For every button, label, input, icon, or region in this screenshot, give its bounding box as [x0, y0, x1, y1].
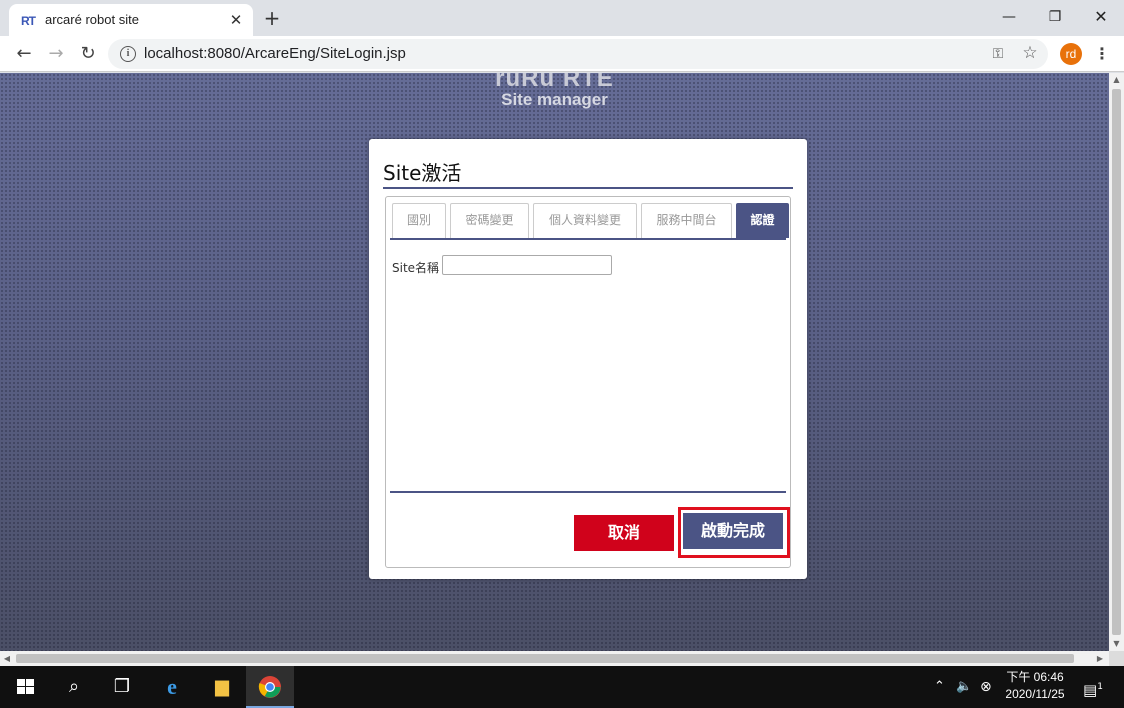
- back-arrow-icon[interactable]: ←: [12, 42, 36, 66]
- dialog-title: Site激活: [383, 161, 462, 185]
- profile-avatar[interactable]: rd: [1060, 43, 1082, 65]
- start-icon: [17, 679, 34, 695]
- notification-count: 1: [1097, 682, 1103, 692]
- speaker-muted-icon[interactable]: 🔈: [956, 678, 972, 696]
- tab-password-change[interactable]: 密碼變更: [450, 203, 529, 238]
- url-text[interactable]: localhost:8080/ArcareEng/SiteLogin.jsp: [144, 45, 406, 62]
- window-close-button[interactable]: ✕: [1078, 4, 1124, 30]
- chrome-icon: [258, 676, 281, 698]
- reload-icon[interactable]: ↻: [76, 42, 100, 66]
- clock-date: 2020/11/25: [1005, 687, 1065, 701]
- page-viewport: ruRu RTE Site manager Site激活 國別 密碼變更 個人資…: [0, 73, 1109, 651]
- footer-divider: [390, 491, 786, 493]
- task-view-icon[interactable]: ❐: [98, 666, 146, 708]
- browser-toolbar: ← → ↻ i localhost:8080/ArcareEng/SiteLog…: [0, 36, 1124, 72]
- tab-close-icon[interactable]: ✕: [227, 10, 245, 30]
- scroll-up-icon[interactable]: ▲: [1109, 73, 1124, 87]
- start-button[interactable]: [0, 666, 48, 708]
- tray-chevron-icon[interactable]: ⌃: [934, 678, 945, 696]
- site-activation-dialog: Site激活 國別 密碼變更 個人資料變更 服務中間台 認證 Site名稱 取消…: [369, 139, 807, 579]
- title-divider: [383, 187, 793, 189]
- activation-complete-button[interactable]: 啟動完成: [683, 513, 783, 549]
- cancel-button[interactable]: 取消: [574, 515, 674, 551]
- brand-subtitle: Site manager: [501, 90, 608, 109]
- site-favicon-icon: RT: [21, 14, 36, 28]
- scroll-right-icon[interactable]: ▶: [1093, 651, 1107, 666]
- tab-divider: [390, 238, 786, 240]
- site-name-label: Site名稱: [392, 261, 440, 275]
- tab-authentication[interactable]: 認證: [736, 203, 789, 238]
- clock-time: 下午 06:46: [1006, 670, 1064, 684]
- vertical-scrollbar[interactable]: ▲ ▼: [1109, 73, 1124, 651]
- taskbar-clock[interactable]: 下午 06:46 2020/11/25: [1000, 669, 1070, 703]
- horizontal-scroll-thumb[interactable]: [16, 654, 1074, 663]
- search-icon[interactable]: ⌕: [50, 666, 98, 708]
- forward-arrow-icon[interactable]: →: [44, 42, 68, 66]
- scrollbar-corner: [1109, 651, 1124, 666]
- internet-explorer-icon[interactable]: e: [148, 666, 196, 708]
- dialog-panel: 國別 密碼變更 個人資料變更 服務中間台 認證 Site名稱 取消 啟動完成: [385, 196, 791, 568]
- tab-profile-change[interactable]: 個人資料變更: [533, 203, 637, 238]
- key-icon[interactable]: ⚿: [988, 44, 1008, 64]
- vertical-scroll-thumb[interactable]: [1112, 89, 1121, 635]
- browser-tab[interactable]: RT arcaré robot site ✕: [9, 4, 253, 36]
- file-explorer-icon[interactable]: ▆: [198, 666, 246, 708]
- new-tab-button[interactable]: +: [262, 7, 282, 29]
- notification-center-icon[interactable]: ▤1: [1082, 676, 1104, 699]
- browser-menu-icon[interactable]: ⋮: [1094, 43, 1110, 65]
- tab-service-middle[interactable]: 服務中間台: [641, 203, 732, 238]
- scroll-left-icon[interactable]: ◀: [0, 651, 14, 666]
- windows-taskbar: ⌕ ❐ e ▆ ⌃ 🔈 ⊗ 下午 06:46 2020/11/25 ▤1: [0, 666, 1124, 708]
- address-bar[interactable]: i localhost:8080/ArcareEng/SiteLogin.jsp…: [108, 39, 1048, 69]
- browser-tab-strip: RT arcaré robot site ✕ + — ❐ ✕: [0, 0, 1124, 36]
- window-restore-button[interactable]: ❐: [1032, 4, 1078, 30]
- site-name-input[interactable]: [442, 255, 612, 275]
- window-minimize-button[interactable]: —: [986, 4, 1032, 30]
- chrome-taskbar-button[interactable]: [246, 666, 294, 708]
- tab-title: arcaré robot site: [45, 12, 139, 27]
- horizontal-scrollbar[interactable]: ◀ ▶: [0, 651, 1109, 666]
- scroll-down-icon[interactable]: ▼: [1109, 637, 1124, 651]
- bookmark-star-icon[interactable]: ☆: [1020, 43, 1040, 63]
- tab-country[interactable]: 國別: [392, 203, 446, 238]
- network-error-icon[interactable]: ⊗: [980, 678, 992, 696]
- site-info-icon[interactable]: i: [120, 46, 136, 62]
